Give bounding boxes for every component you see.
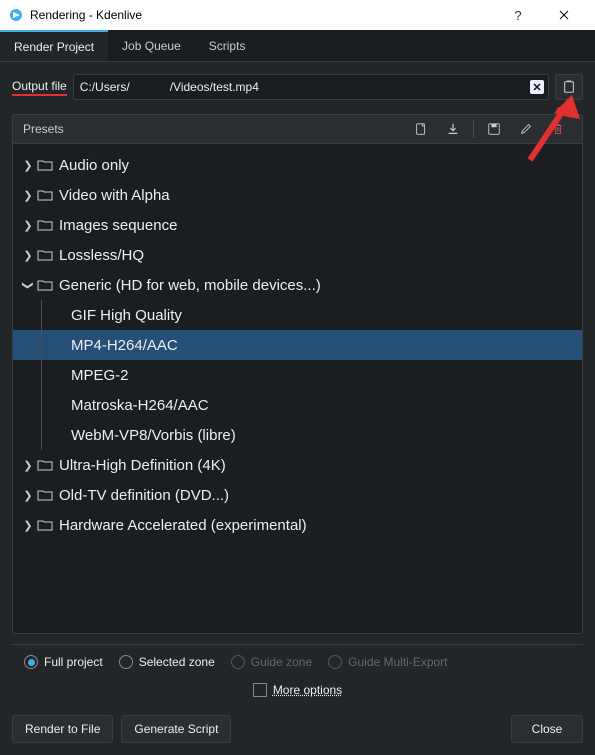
radio-selected-zone[interactable]: Selected zone — [119, 655, 215, 669]
folder-icon — [37, 217, 53, 233]
tab-bar: Render Project Job Queue Scripts — [0, 30, 595, 62]
presets-toolbar: Presets — [12, 114, 583, 144]
tree-video-alpha[interactable]: ❯Video with Alpha — [13, 180, 582, 210]
separator — [473, 120, 474, 138]
close-window-button[interactable] — [541, 0, 587, 30]
render-range-options: Full project Selected zone Guide zone Gu… — [12, 644, 583, 679]
tree-audio-only[interactable]: ❯Audio only — [13, 150, 582, 180]
clear-icon[interactable] — [530, 80, 544, 94]
folder-icon — [37, 517, 53, 533]
chevron-right-icon: ❯ — [21, 489, 35, 502]
tab-render-project[interactable]: Render Project — [0, 30, 108, 61]
save-preset-icon[interactable] — [480, 117, 508, 141]
chevron-right-icon: ❯ — [21, 519, 35, 532]
output-path-pre: C:/Users/ — [80, 80, 130, 94]
delete-preset-icon[interactable] — [544, 117, 572, 141]
output-file-label: Output file — [12, 79, 67, 96]
footer: Render to File Generate Script Close — [0, 707, 595, 755]
chevron-right-icon: ❯ — [21, 189, 35, 202]
preset-mp4[interactable]: MP4-H264/AAC — [13, 330, 582, 360]
preset-webm[interactable]: WebM-VP8/Vorbis (libre) — [13, 420, 582, 450]
edit-preset-icon[interactable] — [512, 117, 540, 141]
window-title: Rendering - Kdenlive — [30, 8, 495, 22]
output-row: Output file C:/Users/ /Videos/test.mp4 — [0, 62, 595, 100]
radio-guide-multi: Guide Multi-Export — [328, 655, 447, 669]
redacted-username — [132, 80, 168, 94]
render-to-file-button[interactable]: Render to File — [12, 715, 113, 743]
output-file-input[interactable]: C:/Users/ /Videos/test.mp4 — [73, 74, 549, 100]
help-button[interactable]: ? — [495, 0, 541, 30]
new-preset-icon[interactable] — [407, 117, 435, 141]
more-options-checkbox[interactable] — [253, 683, 267, 697]
titlebar: Rendering - Kdenlive ? — [0, 0, 595, 30]
more-options-row: More options — [0, 679, 595, 707]
preset-gif[interactable]: GIF High Quality — [13, 300, 582, 330]
tree-oldtv[interactable]: ❯Old-TV definition (DVD...) — [13, 480, 582, 510]
tree-hw[interactable]: ❯Hardware Accelerated (experimental) — [13, 510, 582, 540]
chevron-right-icon: ❯ — [21, 159, 35, 172]
radio-guide-zone: Guide zone — [231, 655, 312, 669]
folder-icon — [37, 157, 53, 173]
chevron-right-icon: ❯ — [21, 459, 35, 472]
preset-matroska[interactable]: Matroska-H264/AAC — [13, 390, 582, 420]
download-preset-icon[interactable] — [439, 117, 467, 141]
tree-lossless[interactable]: ❯Lossless/HQ — [13, 240, 582, 270]
tab-scripts[interactable]: Scripts — [195, 30, 260, 61]
folder-icon — [37, 187, 53, 203]
chevron-down-icon: ❯ — [22, 278, 35, 292]
app-icon — [8, 7, 24, 23]
folder-icon — [37, 487, 53, 503]
browse-output-button[interactable] — [555, 74, 583, 100]
tree-uhd[interactable]: ❯Ultra-High Definition (4K) — [13, 450, 582, 480]
generate-script-button[interactable]: Generate Script — [121, 715, 231, 743]
folder-icon — [37, 457, 53, 473]
chevron-right-icon: ❯ — [21, 219, 35, 232]
presets-label: Presets — [23, 122, 403, 136]
tree-generic[interactable]: ❯Generic (HD for web, mobile devices...) — [13, 270, 582, 300]
close-button[interactable]: Close — [511, 715, 583, 743]
tree-images-sequence[interactable]: ❯Images sequence — [13, 210, 582, 240]
preset-mpeg2[interactable]: MPEG-2 — [13, 360, 582, 390]
output-path-post: /Videos/test.mp4 — [170, 80, 259, 94]
presets-tree[interactable]: ❯Audio only ❯Video with Alpha ❯Images se… — [12, 144, 583, 634]
more-options-label[interactable]: More options — [273, 683, 342, 697]
tab-job-queue[interactable]: Job Queue — [108, 30, 195, 61]
folder-icon — [37, 277, 53, 293]
chevron-right-icon: ❯ — [21, 249, 35, 262]
dialog-content: Render Project Job Queue Scripts Output … — [0, 30, 595, 755]
radio-full-project[interactable]: Full project — [24, 655, 103, 669]
folder-icon — [37, 247, 53, 263]
